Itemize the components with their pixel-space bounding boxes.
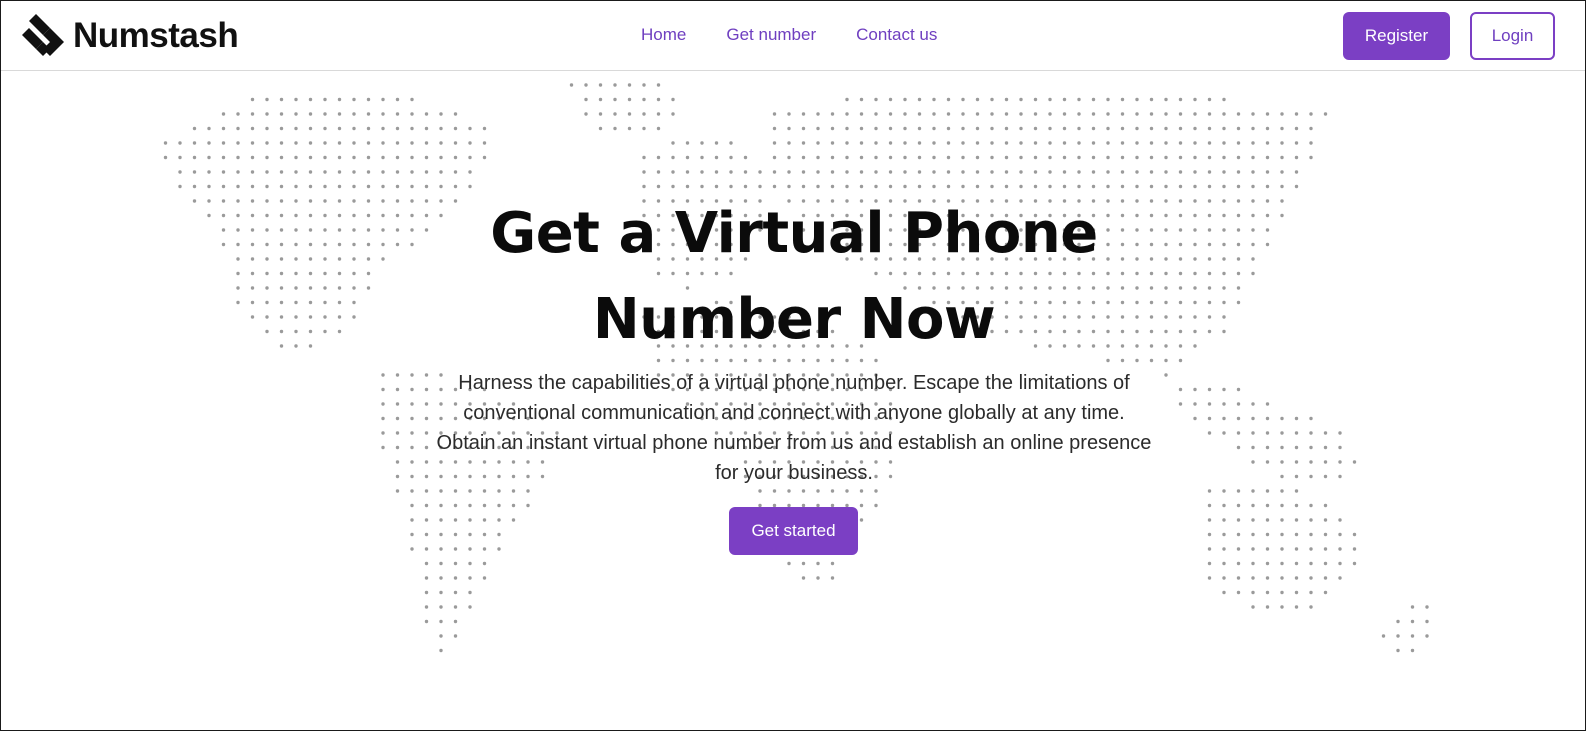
login-button[interactable]: Login bbox=[1470, 12, 1555, 60]
brand-name: Numstash bbox=[73, 16, 239, 55]
register-button[interactable]: Register bbox=[1343, 12, 1450, 60]
hero-title-line-2: Number Now bbox=[592, 287, 996, 352]
hero-title-line-1: Get a Virtual Phone bbox=[490, 201, 1098, 266]
numstash-logo-icon bbox=[22, 14, 64, 56]
brand[interactable]: Numstash bbox=[21, 13, 239, 59]
nav-link-get-number[interactable]: Get number bbox=[726, 25, 816, 45]
nav-link-home[interactable]: Home bbox=[641, 25, 686, 45]
nav-link-contact-us[interactable]: Contact us bbox=[856, 25, 937, 45]
page: Numstash Home Get number Contact us Regi… bbox=[0, 0, 1586, 731]
hero-title: Get a Virtual Phone Number Now bbox=[294, 191, 1294, 363]
main-nav: Home Get number Contact us bbox=[641, 25, 977, 45]
hero-section: Get a Virtual Phone Number Now Harness t… bbox=[1, 71, 1585, 730]
get-started-button[interactable]: Get started bbox=[729, 507, 858, 555]
hero-description: Harness the capabilities of a virtual ph… bbox=[436, 372, 1152, 484]
top-navbar: Numstash Home Get number Contact us Regi… bbox=[1, 1, 1585, 71]
